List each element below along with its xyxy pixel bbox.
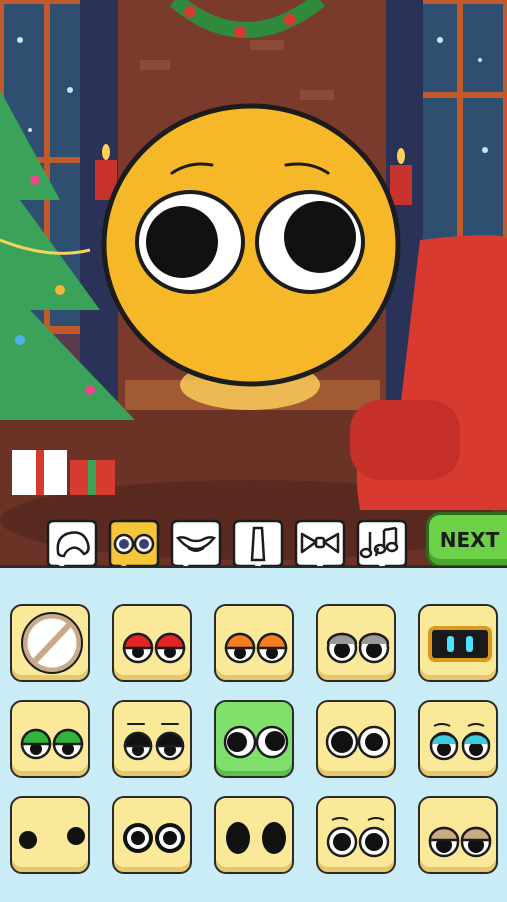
no-eyes-icon bbox=[21, 612, 83, 674]
oval-eyes-icon bbox=[226, 822, 286, 854]
eye-options-panel bbox=[0, 566, 507, 902]
robot-visor-eyes-icon bbox=[428, 626, 492, 662]
eye-option-pupils-round[interactable] bbox=[316, 700, 396, 778]
emoji-character bbox=[101, 103, 401, 387]
red-lid-eyes-icon bbox=[122, 632, 186, 664]
outlined-round-eyes-icon bbox=[123, 823, 185, 853]
eye-option-tan-lids[interactable] bbox=[418, 796, 498, 874]
dot-eyes-icon bbox=[19, 827, 85, 849]
eye-option-sleepy-black[interactable] bbox=[112, 700, 192, 778]
eye-option-ovals[interactable] bbox=[214, 796, 294, 874]
next-button-label: NEXT bbox=[439, 528, 500, 552]
next-button[interactable]: NEXT bbox=[426, 512, 507, 568]
eye-option-red-lids[interactable] bbox=[112, 604, 192, 682]
eye-option-robot-visor[interactable] bbox=[418, 604, 498, 682]
eye-option-dots[interactable] bbox=[10, 796, 90, 874]
tan-lid-eyes-icon bbox=[428, 826, 492, 858]
eye-option-outlined-round[interactable] bbox=[112, 796, 192, 874]
round-pupil-eyes-icon bbox=[325, 725, 391, 759]
eye-option-green-lids[interactable] bbox=[10, 700, 90, 778]
eye-option-grey-lids[interactable] bbox=[316, 604, 396, 682]
character-face bbox=[100, 103, 403, 388]
green-lid-eyes-icon bbox=[20, 728, 84, 760]
sleepy-black-eyes-icon bbox=[123, 723, 185, 761]
big-round-eyes-icon bbox=[223, 725, 289, 759]
cyan-lid-eyes-icon bbox=[429, 723, 491, 761]
eye-option-big-round-selected[interactable] bbox=[214, 700, 294, 778]
orange-lid-eyes-icon bbox=[224, 632, 288, 664]
eye-option-orange-lids[interactable] bbox=[214, 604, 294, 682]
browed-round-eyes-icon bbox=[326, 817, 390, 858]
eye-option-none[interactable] bbox=[10, 604, 90, 682]
grey-lid-eyes-icon bbox=[326, 632, 390, 664]
eye-option-brows-round[interactable] bbox=[316, 796, 396, 874]
eye-option-cyan-lids[interactable] bbox=[418, 700, 498, 778]
